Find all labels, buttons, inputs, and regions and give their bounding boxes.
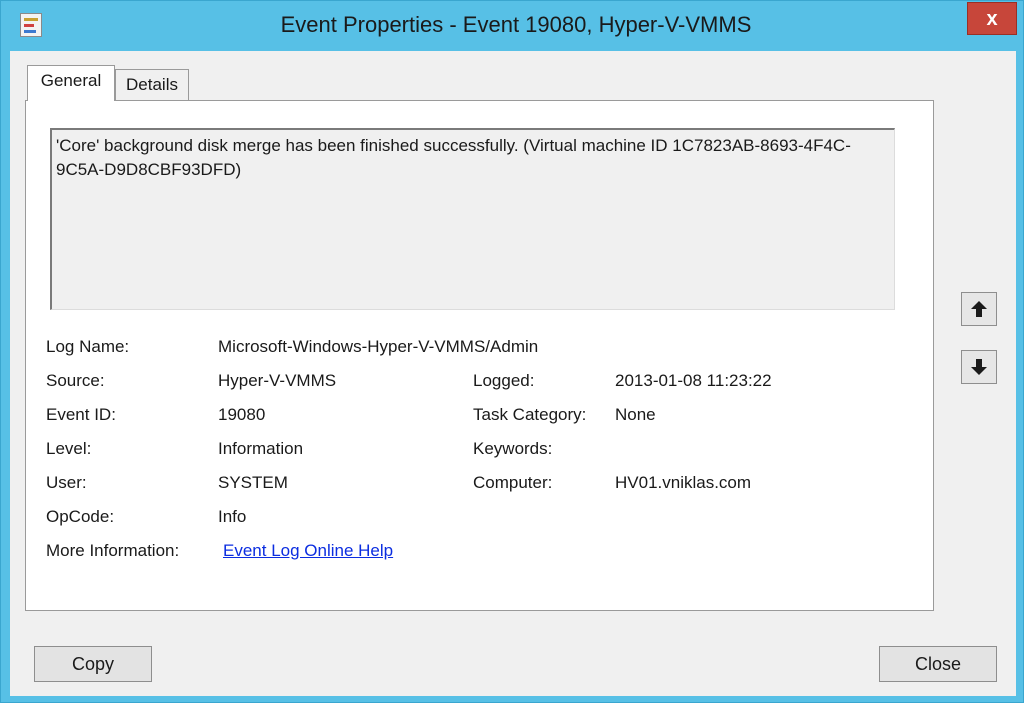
task-category-value[interactable]: None bbox=[615, 405, 656, 425]
user-label: User: bbox=[46, 473, 87, 492]
close-button[interactable]: Close bbox=[879, 646, 997, 682]
tab-details[interactable]: Details bbox=[115, 69, 189, 101]
event-log-online-help-link[interactable]: Event Log Online Help bbox=[223, 541, 393, 561]
level-value[interactable]: Information bbox=[218, 439, 303, 459]
opcode-label: OpCode: bbox=[46, 507, 115, 526]
event-id-value[interactable]: 19080 bbox=[218, 405, 265, 425]
computer-label: Computer: bbox=[473, 473, 553, 492]
computer-value[interactable]: HV01.vniklas.com bbox=[615, 473, 751, 493]
next-event-button[interactable] bbox=[961, 350, 997, 384]
source-value[interactable]: Hyper-V-VMMS bbox=[218, 371, 336, 391]
logged-label: Logged: bbox=[473, 371, 535, 390]
previous-event-button[interactable] bbox=[961, 292, 997, 326]
opcode-value[interactable]: Info bbox=[218, 507, 246, 527]
event-description-box[interactable]: 'Core' background disk merge has been fi… bbox=[50, 128, 895, 310]
source-label: Source: bbox=[46, 371, 105, 390]
log-name-label: Log Name: bbox=[46, 337, 130, 356]
copy-button[interactable]: Copy bbox=[34, 646, 152, 682]
more-information-label: More Information: bbox=[46, 541, 180, 560]
close-window-button[interactable]: x bbox=[967, 2, 1017, 35]
arrow-up-icon bbox=[971, 301, 987, 317]
general-tab-panel: 'Core' background disk merge has been fi… bbox=[25, 100, 934, 611]
keywords-label: Keywords: bbox=[473, 439, 553, 458]
task-category-label: Task Category: bbox=[473, 405, 587, 424]
title-bar[interactable]: Event Properties - Event 19080, Hyper-V-… bbox=[1, 1, 1023, 51]
dialog-client-area: General Details 'Core' background disk m… bbox=[10, 51, 1016, 696]
log-name-value[interactable]: Microsoft-Windows-Hyper-V-VMMS/Admin bbox=[218, 337, 538, 357]
event-id-label: Event ID: bbox=[46, 405, 116, 424]
level-label: Level: bbox=[46, 439, 92, 458]
user-value[interactable]: SYSTEM bbox=[218, 473, 288, 493]
window-title: Event Properties - Event 19080, Hyper-V-… bbox=[280, 12, 752, 37]
logged-value[interactable]: 2013-01-08 11:23:22 bbox=[615, 371, 772, 391]
tab-general[interactable]: General bbox=[27, 65, 115, 101]
arrow-down-icon bbox=[971, 359, 987, 375]
event-properties-window: Event Properties - Event 19080, Hyper-V-… bbox=[0, 0, 1024, 703]
